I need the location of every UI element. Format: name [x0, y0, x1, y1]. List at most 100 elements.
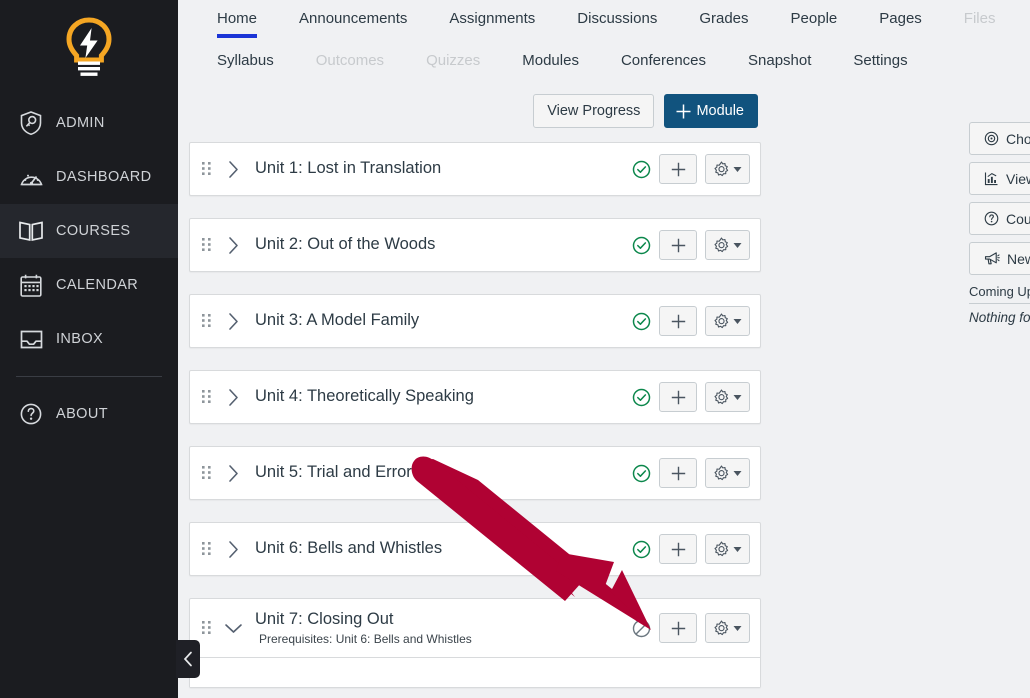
check-circle-icon[interactable] — [631, 463, 651, 483]
tab-pages[interactable]: Pages — [858, 0, 943, 40]
tab-syllabus[interactable]: Syllabus — [196, 52, 295, 69]
choose-home-page-button[interactable]: Choose Home Page — [969, 122, 1030, 155]
tab-label: Snapshot — [748, 51, 812, 69]
module-actions — [631, 230, 750, 260]
new-announcement-button[interactable]: New Announcement — [969, 242, 1030, 275]
module-card[interactable]: Unit 2: Out of the Woods — [189, 218, 761, 272]
course-setup-checklist-button[interactable]: Course Setup Checklist — [969, 202, 1030, 235]
tab-modules[interactable]: Modules — [501, 52, 600, 69]
coming-up-label: Coming Up — [969, 284, 1030, 299]
module-settings-button[interactable] — [705, 154, 750, 184]
drag-handle-icon[interactable] — [198, 313, 214, 329]
tab-snapshot[interactable]: Snapshot — [727, 52, 832, 69]
tab-label: Quizzes — [426, 51, 481, 69]
module-settings-button[interactable] — [705, 306, 750, 336]
tab-discussions[interactable]: Discussions — [556, 0, 678, 40]
caret-down-icon — [733, 166, 742, 172]
sidebar-item-inbox[interactable]: INBOX — [0, 312, 178, 366]
module-item-list — [190, 657, 760, 687]
module-settings-button[interactable] — [705, 382, 750, 412]
check-circle-icon[interactable] — [631, 539, 651, 559]
tab-outcomes: Outcomes — [295, 52, 405, 69]
tab-announcements[interactable]: Announcements — [278, 0, 428, 40]
module-title: Unit 6: Bells and Whistles — [255, 539, 443, 558]
add-module-item-button[interactable] — [659, 382, 697, 412]
module-card[interactable]: Unit 6: Bells and Whistles — [189, 522, 761, 576]
add-module-item-button[interactable] — [659, 534, 697, 564]
module-header[interactable]: Unit 7: Closing Out Prerequisites: Unit … — [190, 599, 760, 657]
drag-handle-icon[interactable] — [198, 541, 214, 557]
plus-icon — [671, 238, 685, 252]
check-circle-icon[interactable] — [631, 235, 651, 255]
sidebar-item-calendar[interactable]: CALENDAR — [0, 258, 178, 312]
module-header[interactable]: Unit 4: Theoretically Speaking — [190, 371, 760, 423]
add-module-item-button[interactable] — [659, 230, 697, 260]
tab-settings[interactable]: Settings — [832, 52, 928, 69]
app-logo[interactable] — [0, 0, 178, 96]
module-collapse-toggle[interactable] — [219, 231, 247, 259]
sidebar-item-admin[interactable]: ADMIN — [0, 96, 178, 150]
sidebar-item-label: ADMIN — [56, 115, 105, 131]
target-icon — [984, 131, 999, 146]
drag-handle-icon[interactable] — [198, 620, 214, 636]
tab-quizzes: Quizzes — [405, 52, 501, 69]
chevron-right-icon — [228, 160, 238, 178]
add-module-item-button[interactable] — [659, 613, 697, 643]
view-progress-button[interactable]: View Progress — [533, 94, 655, 128]
module-collapse-toggle[interactable] — [219, 535, 247, 563]
module-header[interactable]: Unit 1: Lost in Translation — [190, 143, 760, 195]
module-header[interactable]: Unit 6: Bells and Whistles — [190, 523, 760, 575]
plus-icon — [671, 621, 685, 635]
caret-down-icon — [733, 546, 742, 552]
module-settings-button[interactable] — [705, 534, 750, 564]
drag-handle-icon[interactable] — [198, 161, 214, 177]
no-entry-icon[interactable] — [631, 618, 651, 638]
module-settings-button[interactable] — [705, 458, 750, 488]
drag-handle-icon[interactable] — [198, 389, 214, 405]
module-header[interactable]: Unit 5: Trial and Error — [190, 447, 760, 499]
plus-icon — [676, 104, 691, 118]
module-card[interactable]: Unit 5: Trial and Error — [189, 446, 761, 500]
module-card[interactable]: Unit 4: Theoretically Speaking — [189, 370, 761, 424]
module-card[interactable]: Unit 1: Lost in Translation — [189, 142, 761, 196]
tab-home[interactable]: Home — [196, 0, 278, 40]
tab-label: Home — [217, 10, 258, 27]
module-collapse-toggle[interactable] — [219, 307, 247, 335]
drag-handle-icon[interactable] — [198, 465, 214, 481]
modules-toolbar: View Progress Module — [533, 94, 758, 128]
gear-icon — [714, 236, 729, 252]
module-collapse-toggle[interactable] — [219, 155, 247, 183]
tab-conferences[interactable]: Conferences — [600, 52, 727, 69]
module-settings-button[interactable] — [705, 613, 750, 643]
add-module-item-button[interactable] — [659, 458, 697, 488]
drag-handle-icon[interactable] — [198, 237, 214, 253]
module-collapse-toggle[interactable] — [219, 614, 247, 642]
rail-button-label: Choose Home Page — [1006, 130, 1030, 147]
module-header[interactable]: Unit 3: A Model Family — [190, 295, 760, 347]
check-circle-icon[interactable] — [631, 159, 651, 179]
view-course-stream-button[interactable]: View Course Stream — [969, 162, 1030, 195]
add-module-button[interactable]: Module — [664, 94, 758, 128]
sidebar-collapse-button[interactable] — [176, 640, 200, 678]
plus-icon — [671, 390, 685, 404]
sidebar-item-about[interactable]: ABOUT — [0, 387, 178, 441]
module-collapse-toggle[interactable] — [219, 383, 247, 411]
module-header[interactable]: Unit 2: Out of the Woods — [190, 219, 760, 271]
add-module-item-button[interactable] — [659, 306, 697, 336]
tab-assignments[interactable]: Assignments — [428, 0, 556, 40]
module-settings-button[interactable] — [705, 230, 750, 260]
module-card[interactable]: Unit 7: Closing Out Prerequisites: Unit … — [189, 598, 761, 688]
module-collapse-toggle[interactable] — [219, 459, 247, 487]
module-card[interactable]: Unit 3: A Model Family — [189, 294, 761, 348]
sidebar-item-courses[interactable]: COURSES — [0, 204, 178, 258]
check-circle-icon[interactable] — [631, 387, 651, 407]
sidebar-item-label: ABOUT — [56, 406, 108, 422]
sidebar-item-dashboard[interactable]: DASHBOARD — [0, 150, 178, 204]
question-circle-icon — [14, 399, 48, 429]
tab-grades[interactable]: Grades — [678, 0, 769, 40]
add-module-item-button[interactable] — [659, 154, 697, 184]
chevron-down-icon — [224, 623, 242, 633]
tab-people[interactable]: People — [770, 0, 859, 40]
check-circle-icon[interactable] — [631, 311, 651, 331]
chevron-right-icon — [228, 464, 238, 482]
